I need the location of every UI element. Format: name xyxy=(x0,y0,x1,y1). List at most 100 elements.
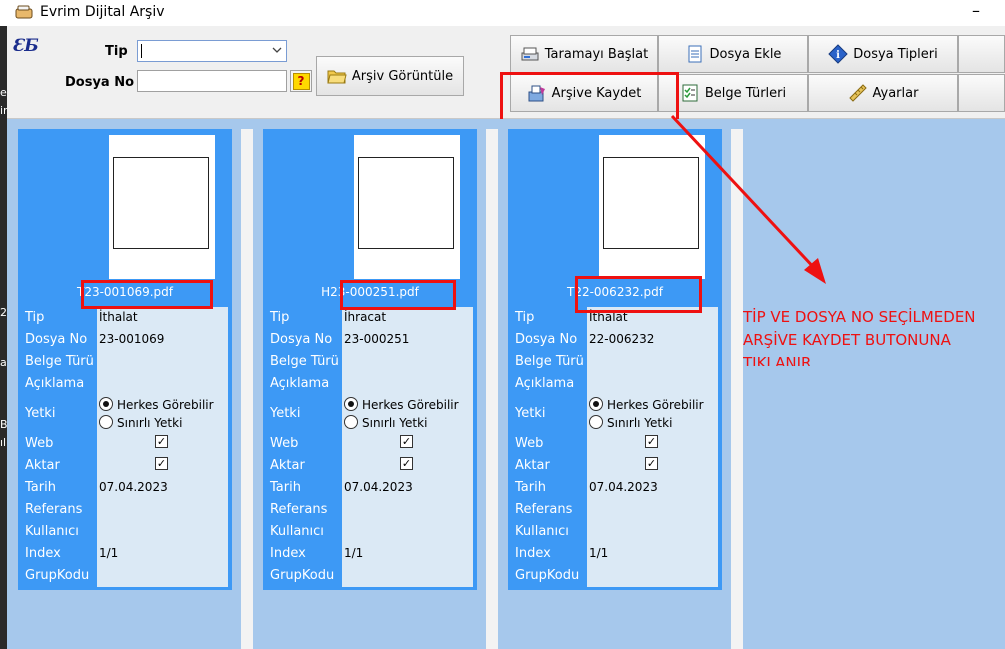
field-label-referans: Referans xyxy=(25,502,83,517)
strip-fragment: a xyxy=(0,356,7,369)
title-bar: Evrim Dijital Arşiv – xyxy=(0,0,1005,26)
field-value-tarih[interactable]: 07.04.2023 xyxy=(344,480,413,494)
radio-button-selected xyxy=(589,397,603,411)
field-label-index: Index xyxy=(25,546,61,561)
belge-turleri-button[interactable]: Belge Türleri xyxy=(658,74,808,112)
field-label-web: Web xyxy=(270,436,299,451)
document-thumbnail[interactable] xyxy=(109,135,215,279)
annotation-text: TİP VE DOSYA NO SEÇİLMEDEN ARŞİVE KAYDET… xyxy=(743,306,1005,366)
tip-select[interactable] xyxy=(137,40,287,62)
minimize-button[interactable]: – xyxy=(972,1,980,20)
arsiv-goruntule-label: Arşiv Görüntüle xyxy=(351,68,454,84)
dosya-tipleri-button[interactable]: i Dosya Tipleri xyxy=(808,35,958,73)
field-label-grupkodu: GrupKodu xyxy=(25,568,90,583)
text-cursor xyxy=(141,44,142,58)
aktar-checkbox[interactable]: ✓ xyxy=(645,457,658,470)
radio-herkes-gorebilir[interactable]: Herkes Görebilir xyxy=(99,397,214,412)
field-label-web: Web xyxy=(515,436,544,451)
window-title: Evrim Dijital Arşiv xyxy=(40,4,165,20)
ayarlar-label: Ayarlar xyxy=(872,85,919,101)
radio-sinirli-yetki[interactable]: Sınırlı Yetki xyxy=(589,415,672,430)
field-label-belge-turu: Belge Türü xyxy=(270,354,339,369)
question-icon: ? xyxy=(292,73,310,90)
field-label-tip: Tip xyxy=(25,310,45,325)
dosya-tipleri-label: Dosya Tipleri xyxy=(853,46,938,62)
radio-button-selected xyxy=(344,397,358,411)
radio-label: Herkes Görebilir xyxy=(607,398,704,412)
radio-sinirli-yetki[interactable]: Sınırlı Yetki xyxy=(99,415,182,430)
field-label-tip: Tip xyxy=(270,310,290,325)
radio-herkes-gorebilir[interactable]: Herkes Görebilir xyxy=(344,397,459,412)
field-value-tip[interactable]: İthalat xyxy=(99,310,138,324)
radio-herkes-gorebilir[interactable]: Herkes Görebilir xyxy=(589,397,704,412)
chevron-down-icon xyxy=(272,47,282,53)
field-value-dosya-no[interactable]: 23-001069 xyxy=(99,332,164,346)
field-label-yetki: Yetki xyxy=(270,406,301,421)
field-label-grupkodu: GrupKodu xyxy=(270,568,335,583)
field-value-index: 1/1 xyxy=(99,546,119,560)
document-thumbnail[interactable] xyxy=(354,135,460,279)
arsiv-goruntule-button[interactable]: Arşiv Görüntüle xyxy=(316,56,464,96)
field-label-tarih: Tarih xyxy=(270,480,301,495)
field-label-kullanici: Kullanıcı xyxy=(515,524,569,539)
field-label-referans: Referans xyxy=(270,502,328,517)
document-card[interactable]: H23-000251.pdf Tip İhracat Dosya No 23-0… xyxy=(263,129,477,590)
checklist-icon xyxy=(682,84,698,102)
ruler-icon xyxy=(848,84,867,102)
field-value-tip[interactable]: İhracat xyxy=(344,310,386,324)
toolbar-overflow-button[interactable] xyxy=(958,35,1005,73)
help-button[interactable]: ? xyxy=(290,70,312,92)
dosya-no-input[interactable] xyxy=(137,70,287,92)
radio-button xyxy=(589,415,603,429)
field-label-yetki: Yetki xyxy=(515,406,546,421)
field-value-dosya-no[interactable]: 23-000251 xyxy=(344,332,409,346)
radio-label: Herkes Görebilir xyxy=(117,398,214,412)
panel-separator xyxy=(241,129,253,649)
field-label-dosya-no: Dosya No xyxy=(25,332,88,347)
annotation-line: TİP VE DOSYA NO SEÇİLMEDEN xyxy=(743,308,976,326)
dosya-ekle-label: Dosya Ekle xyxy=(709,46,782,62)
thumbnail-frame xyxy=(358,157,454,249)
radio-label: Sınırlı Yetki xyxy=(607,416,673,430)
strip-fragment: ir xyxy=(0,104,7,117)
strip-fragment: 2 xyxy=(0,306,7,319)
radio-label: Herkes Görebilir xyxy=(362,398,459,412)
scanner-icon xyxy=(521,47,539,61)
strip-fragment: e xyxy=(0,86,7,99)
info-icon: i xyxy=(828,44,848,64)
radio-label: Sınırlı Yetki xyxy=(362,416,428,430)
taramayi-baslat-button[interactable]: Taramayı Başlat xyxy=(510,35,658,73)
field-label-kullanici: Kullanıcı xyxy=(270,524,324,539)
ayarlar-button[interactable]: Ayarlar xyxy=(808,74,958,112)
field-value-tarih[interactable]: 07.04.2023 xyxy=(99,480,168,494)
strip-fragment: ıl xyxy=(0,436,7,449)
field-label-aktar: Aktar xyxy=(270,458,305,473)
field-label-web: Web xyxy=(25,436,54,451)
belge-turleri-label: Belge Türleri xyxy=(704,85,787,101)
aktar-checkbox[interactable]: ✓ xyxy=(155,457,168,470)
web-checkbox[interactable]: ✓ xyxy=(155,435,168,448)
field-value-dosya-no[interactable]: 22-006232 xyxy=(589,332,654,346)
svg-text:i: i xyxy=(836,50,840,61)
radio-sinirli-yetki[interactable]: Sınırlı Yetki xyxy=(344,415,427,430)
panel-separator xyxy=(486,129,498,649)
annotation-line: ARŞİVE KAYDET BUTONUNA xyxy=(743,331,951,349)
field-label-referans: Referans xyxy=(515,502,573,517)
dosya-no-label: Dosya No xyxy=(65,75,135,90)
document-card[interactable]: T23-001069.pdf Tip İthalat Dosya No 23-0… xyxy=(18,129,232,590)
field-label-belge-turu: Belge Türü xyxy=(25,354,94,369)
dosya-ekle-button[interactable]: Dosya Ekle xyxy=(658,35,808,73)
toolbar-overflow-button-2[interactable] xyxy=(958,74,1005,112)
radio-button xyxy=(99,415,113,429)
field-value-tarih[interactable]: 07.04.2023 xyxy=(589,480,658,494)
background-window-strip: e ir 2 a B ıl xyxy=(0,26,7,649)
field-label-grupkodu: GrupKodu xyxy=(515,568,580,583)
field-label-dosya-no: Dosya No xyxy=(515,332,578,347)
document-icon xyxy=(688,45,702,63)
web-checkbox[interactable]: ✓ xyxy=(400,435,413,448)
aktar-checkbox[interactable]: ✓ xyxy=(400,457,413,470)
web-checkbox[interactable]: ✓ xyxy=(645,435,658,448)
field-label-dosya-no: Dosya No xyxy=(270,332,333,347)
radio-button xyxy=(344,415,358,429)
thumbnail-frame xyxy=(113,157,209,249)
